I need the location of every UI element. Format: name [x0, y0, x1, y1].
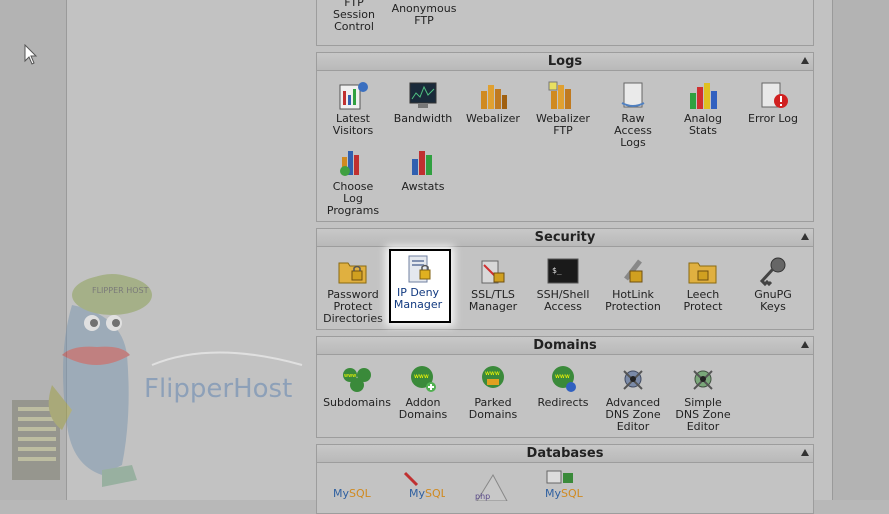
- choose-log-programs[interactable]: Choose Log Programs: [318, 147, 388, 217]
- ssl-tls-icon: [481, 260, 505, 284]
- mysql-wizard-icon[interactable]: My SQL: [401, 469, 445, 499]
- ip-deny-manager[interactable]: IP Deny Manager: [383, 253, 453, 311]
- ip-deny-manager-icon: [408, 255, 431, 283]
- svg-text:My: My: [409, 487, 425, 499]
- logo-cap-text: FLIPPER HOST: [92, 286, 149, 295]
- svg-text:SQL: SQL: [349, 487, 371, 500]
- databases-panel: Databases My SQL My SQL php My SQL: [316, 444, 814, 514]
- ssh-shell-access[interactable]: $_ SSH/Shell Access: [528, 255, 598, 313]
- security-panel-header[interactable]: Security: [317, 229, 813, 247]
- simple-dns-icon: [693, 370, 713, 390]
- subdomains[interactable]: www Subdomains: [322, 363, 392, 409]
- domains-panel: Domains www Subdomains www Addon Domains…: [316, 336, 814, 438]
- analog-stats[interactable]: Analog Stats: [668, 79, 738, 137]
- svg-text:www: www: [344, 373, 356, 379]
- leech-protect[interactable]: Leech Protect: [668, 255, 738, 313]
- ftp-session-control[interactable]: FTP Session Control: [319, 0, 389, 33]
- parked-domains[interactable]: www Parked Domains: [458, 363, 528, 421]
- svg-text:$_: $_: [552, 266, 562, 275]
- hotlink-protection[interactable]: HotLink Protection: [598, 255, 668, 313]
- redirects[interactable]: www Redirects: [528, 363, 598, 409]
- svg-text:My: My: [333, 487, 349, 500]
- ip-deny-manager-highlight[interactable]: IP Deny Manager: [389, 249, 451, 323]
- addon-domains[interactable]: www Addon Domains: [388, 363, 458, 421]
- ssh-shell-icon: $_: [547, 258, 579, 284]
- ftp-panel: FTP Session Control Anonymous FTP: [316, 0, 814, 46]
- raw-access-logs[interactable]: Raw Access Logs: [598, 79, 668, 149]
- error-log-icon: [761, 82, 788, 108]
- latest-visitors-icon: [339, 82, 368, 110]
- right-margin: [832, 0, 889, 500]
- webalizer-ftp[interactable]: Webalizer FTP: [528, 79, 598, 137]
- addon-domains-icon: www: [411, 366, 436, 392]
- ssl-tls-manager[interactable]: SSL/TLS Manager: [458, 255, 528, 313]
- anonymous-ftp[interactable]: Anonymous FTP: [389, 3, 459, 27]
- gnupg-keys-icon: [759, 257, 786, 287]
- databases-panel-header[interactable]: Databases: [317, 445, 813, 463]
- subdomains-icon: www: [343, 368, 371, 392]
- panel-title: Security: [534, 230, 596, 245]
- bandwidth[interactable]: Bandwidth: [388, 79, 458, 125]
- logo-text: FlipperHost: [144, 374, 292, 404]
- hotlink-protection-icon: [624, 259, 643, 283]
- phpmyadmin-icon[interactable]: php: [471, 471, 515, 501]
- gnupg-keys[interactable]: GnuPG Keys: [738, 255, 808, 313]
- svg-text:www: www: [414, 373, 429, 380]
- password-protect-directories[interactable]: Password Protect Directories: [318, 255, 388, 325]
- mysql-databases-icon[interactable]: My SQL: [331, 471, 371, 501]
- parked-domains-icon: www: [482, 366, 504, 388]
- panel-title: Databases: [526, 446, 604, 461]
- choose-log-programs-icon: [340, 151, 359, 176]
- logs-panel: Logs Latest Visitors Bandwidth Webalizer…: [316, 52, 814, 222]
- leech-protect-icon: [688, 262, 717, 284]
- panel-title: Logs: [547, 54, 583, 69]
- advanced-dns-icon: [623, 370, 643, 390]
- password-protect-icon: [338, 262, 367, 284]
- svg-text:www: www: [485, 370, 500, 377]
- svg-text:SQL: SQL: [561, 487, 584, 499]
- svg-text:www: www: [555, 373, 570, 380]
- bandwidth-icon: [409, 82, 437, 108]
- collapse-icon[interactable]: [801, 233, 809, 240]
- webalizer-ftp-icon: [548, 81, 571, 109]
- awstats-icon: [412, 151, 432, 175]
- mouse-cursor-icon: [24, 44, 38, 65]
- remote-mysql-icon[interactable]: My SQL: [541, 469, 585, 499]
- raw-access-logs-icon: [621, 82, 645, 108]
- flipperhost-logo: FlipperHost FLIPPER HOST: [12, 274, 303, 487]
- svg-text:My: My: [545, 487, 561, 499]
- redirects-icon: www: [552, 366, 576, 392]
- simple-dns-zone-editor[interactable]: Simple DNS Zone Editor: [668, 363, 738, 433]
- analog-stats-icon: [690, 83, 717, 109]
- webalizer[interactable]: Webalizer: [458, 79, 528, 125]
- collapse-icon[interactable]: [801, 449, 809, 456]
- collapse-icon[interactable]: [801, 341, 809, 348]
- collapse-icon[interactable]: [801, 57, 809, 64]
- awstats[interactable]: Awstats: [388, 147, 458, 193]
- webalizer-icon: [481, 85, 507, 109]
- logs-panel-header[interactable]: Logs: [317, 53, 813, 71]
- error-log[interactable]: Error Log: [738, 79, 808, 125]
- domains-panel-header[interactable]: Domains: [317, 337, 813, 355]
- svg-text:SQL: SQL: [425, 487, 445, 499]
- panel-title: Domains: [533, 338, 597, 353]
- advanced-dns-zone-editor[interactable]: Advanced DNS Zone Editor: [598, 363, 668, 433]
- latest-visitors[interactable]: Latest Visitors: [318, 79, 388, 137]
